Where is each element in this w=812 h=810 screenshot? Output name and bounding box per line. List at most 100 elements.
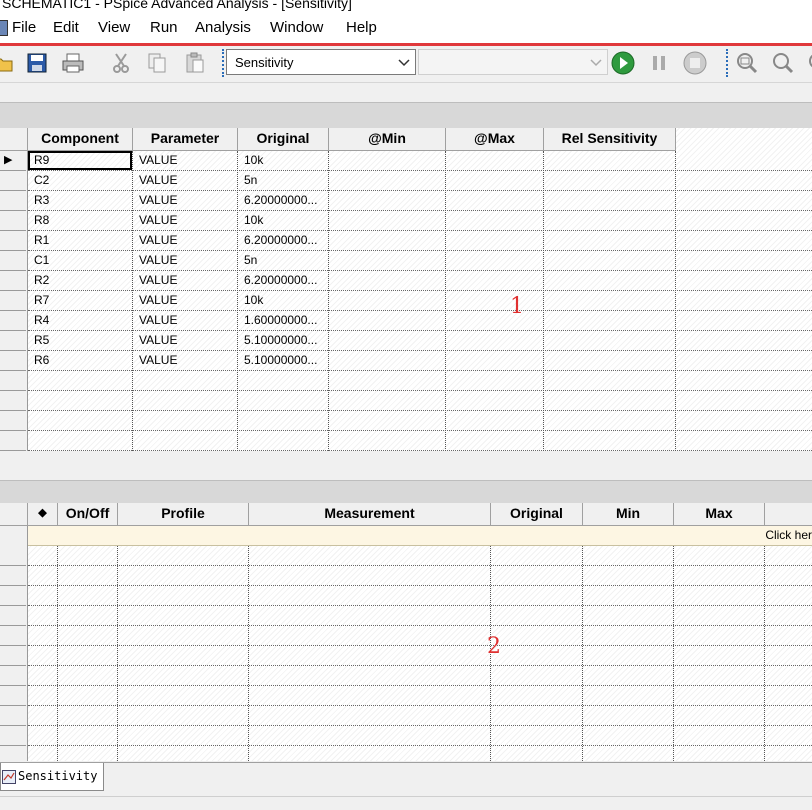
row-header[interactable] [0, 371, 26, 391]
menu-run[interactable]: Run [150, 19, 178, 36]
col-measurement[interactable]: Measurement [249, 503, 491, 526]
menu-window[interactable]: Window [270, 19, 323, 36]
pause-icon[interactable] [646, 50, 672, 76]
table-cell[interactable]: R2 [28, 271, 133, 291]
table-cell[interactable]: 5n [238, 251, 329, 271]
row-header[interactable] [0, 746, 26, 761]
table-cell[interactable]: R3 [28, 191, 133, 211]
table-cell[interactable] [544, 251, 676, 271]
table-cell[interactable]: VALUE [133, 151, 238, 171]
table-cell[interactable]: 6.20000000... [238, 191, 329, 211]
table-cell[interactable]: 1.60000000... [238, 311, 329, 331]
table-cell[interactable]: R1 [28, 231, 133, 251]
table-cell[interactable] [544, 171, 676, 191]
secondary-select[interactable] [418, 49, 608, 75]
table-cell[interactable]: 5.10000000... [238, 331, 329, 351]
col-max[interactable]: @Max [446, 128, 544, 151]
table-row[interactable]: R5 VALUE 5.10000000... [0, 331, 812, 351]
table-cell[interactable] [329, 231, 446, 251]
table-row[interactable]: R8 VALUE 10k [0, 211, 812, 231]
table-cell[interactable] [446, 231, 544, 251]
table-cell[interactable] [544, 151, 676, 171]
table-cell[interactable] [329, 271, 446, 291]
col-min[interactable]: Min [583, 503, 674, 526]
zoom-out-icon[interactable] [800, 50, 812, 76]
table-cell[interactable] [329, 291, 446, 311]
table-row[interactable]: R9 VALUE 10k [0, 151, 812, 171]
chevron-down-icon[interactable] [395, 52, 413, 72]
col-max[interactable]: Max [674, 503, 765, 526]
table-cell[interactable] [329, 191, 446, 211]
menu-file[interactable]: File [12, 19, 36, 36]
table-cell[interactable]: VALUE [133, 351, 238, 371]
table-cell[interactable]: 10k [238, 291, 329, 311]
table-cell[interactable] [446, 191, 544, 211]
table-cell[interactable]: R8 [28, 211, 133, 231]
table-cell[interactable]: R5 [28, 331, 133, 351]
table-cell[interactable]: 6.20000000... [238, 231, 329, 251]
table-cell[interactable] [544, 331, 676, 351]
table-cell[interactable] [544, 291, 676, 311]
table-cell[interactable]: C2 [28, 171, 133, 191]
open-icon[interactable] [0, 50, 16, 76]
menu-help[interactable]: Help [346, 19, 377, 36]
table-cell[interactable]: VALUE [133, 191, 238, 211]
table-cell[interactable] [544, 231, 676, 251]
toolbar-grip[interactable] [726, 49, 730, 77]
row-header[interactable] [0, 626, 26, 646]
col-profile[interactable]: Profile [118, 503, 249, 526]
table-cell[interactable] [446, 291, 544, 311]
app-icon[interactable] [0, 20, 8, 36]
table-cell[interactable]: VALUE [133, 211, 238, 231]
col-onoff[interactable]: On/Off [58, 503, 118, 526]
row-header[interactable] [0, 546, 26, 566]
table-cell[interactable] [329, 211, 446, 231]
table-cell[interactable]: R6 [28, 351, 133, 371]
table-cell[interactable]: VALUE [133, 251, 238, 271]
copy-icon[interactable] [144, 50, 170, 76]
row-header[interactable] [0, 606, 26, 626]
table-cell[interactable]: VALUE [133, 231, 238, 251]
add-measurement-row[interactable]: Click her [28, 526, 812, 546]
menu-analysis[interactable]: Analysis [195, 19, 251, 36]
table-cell[interactable]: R7 [28, 291, 133, 311]
row-header[interactable] [0, 566, 26, 586]
tab-sensitivity[interactable]: Sensitivity [0, 763, 104, 791]
table-cell[interactable]: 6.20000000... [238, 271, 329, 291]
table-cell[interactable] [544, 191, 676, 211]
table-cell[interactable]: 10k [238, 211, 329, 231]
table-cell[interactable] [329, 351, 446, 371]
table-cell[interactable] [544, 311, 676, 331]
col-original[interactable]: Original [491, 503, 583, 526]
table-row[interactable]: R7 VALUE 10k [0, 291, 812, 311]
paste-icon[interactable] [182, 50, 208, 76]
chevron-down-icon[interactable] [587, 52, 605, 72]
table-cell[interactable] [446, 331, 544, 351]
table-cell[interactable] [329, 331, 446, 351]
col-diamond[interactable]: ◆ [28, 503, 58, 526]
table-row[interactable]: R3 VALUE 6.20000000... [0, 191, 812, 211]
table-cell[interactable] [446, 311, 544, 331]
table-cell[interactable]: C1 [28, 251, 133, 271]
stop-icon[interactable] [682, 50, 708, 76]
table-cell[interactable] [446, 251, 544, 271]
table-cell[interactable]: 10k [238, 151, 329, 171]
cut-icon[interactable] [108, 50, 134, 76]
table-cell[interactable]: R4 [28, 311, 133, 331]
col-component[interactable]: Component [28, 128, 133, 151]
table-cell[interactable] [544, 211, 676, 231]
zoom-fit-icon[interactable] [734, 50, 760, 76]
run-icon[interactable] [610, 50, 636, 76]
table-cell[interactable]: 5n [238, 171, 329, 191]
table-row[interactable]: C2 VALUE 5n [0, 171, 812, 191]
analysis-select[interactable]: Sensitivity [226, 49, 416, 75]
row-header[interactable] [0, 686, 26, 706]
table-cell[interactable] [446, 211, 544, 231]
table-cell[interactable]: VALUE [133, 291, 238, 311]
print-icon[interactable] [60, 50, 86, 76]
menu-edit[interactable]: Edit [53, 19, 79, 36]
col-min[interactable]: @Min [329, 128, 446, 151]
parameters-grid[interactable]: Component Parameter Original @Min @Max R… [0, 128, 812, 451]
table-row[interactable]: R2 VALUE 6.20000000... [0, 271, 812, 291]
table-cell[interactable] [446, 351, 544, 371]
